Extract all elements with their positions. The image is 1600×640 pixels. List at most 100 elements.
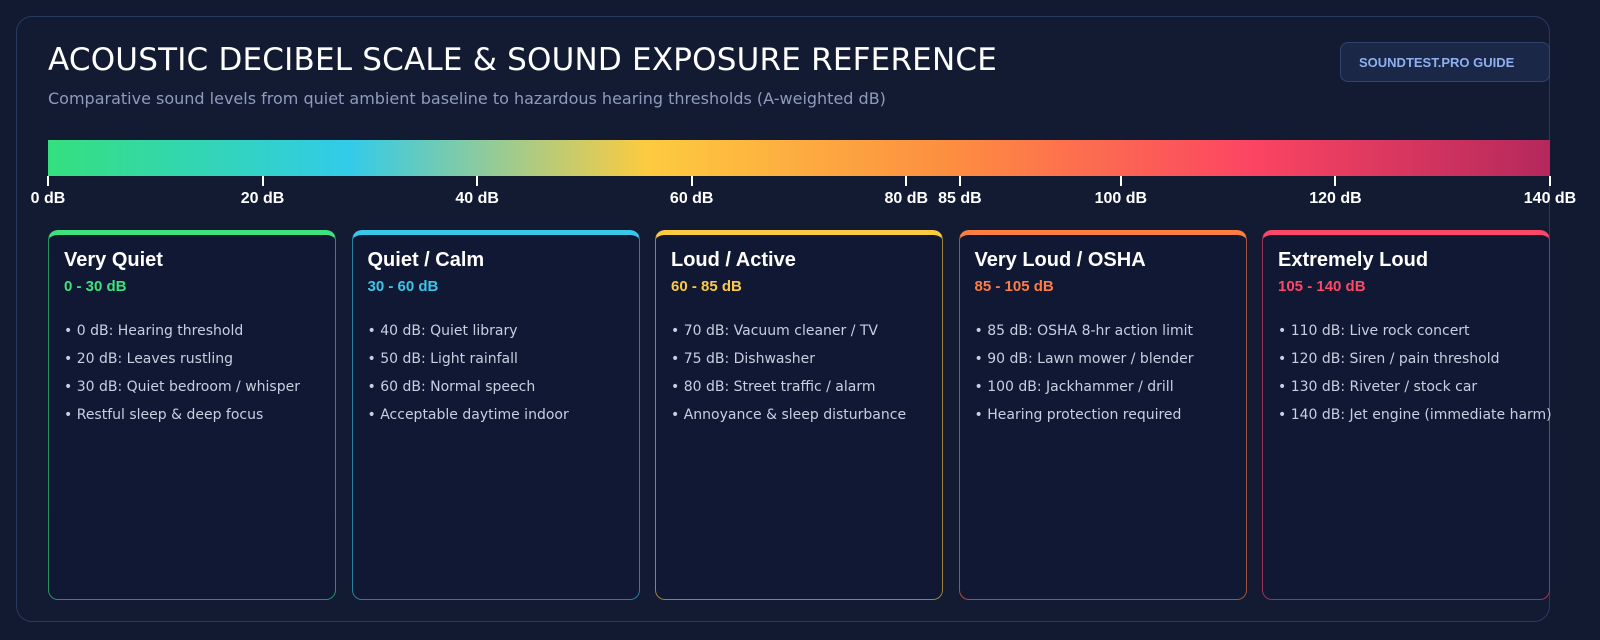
list-item-text: Hearing protection required — [987, 407, 1182, 423]
list-item: • Annoyance & sleep disturbance — [671, 401, 927, 429]
list-item: • Restful sleep & deep focus — [64, 401, 320, 429]
list-item-text: 75 dB: Dishwasher — [683, 351, 816, 367]
list-item: • 90 dB: Lawn mower / blender — [975, 345, 1231, 373]
scale-tick — [1549, 176, 1551, 186]
list-item: • 75 dB: Dishwasher — [671, 345, 927, 373]
bullet-icon: • — [1278, 407, 1291, 423]
bullet-icon: • — [367, 407, 381, 423]
bullet-icon: • — [64, 407, 77, 423]
decibel-gradient-bar — [48, 140, 1550, 176]
list-item: • 50 dB: Light rainfall — [368, 345, 624, 373]
list-item-text: 30 dB: Quiet bedroom / whisper — [76, 379, 300, 395]
bullet-icon: • — [367, 351, 381, 367]
bullet-icon: • — [974, 407, 988, 423]
category-card: Very Quiet 0 - 30 dB • 0 dB: Hearing thres… — [48, 230, 336, 600]
category-title: Very Quiet — [64, 249, 163, 271]
list-item-text: 0 dB: Hearing threshold — [76, 323, 244, 339]
list-item-text: 110 dB: Live rock concert — [1290, 323, 1470, 339]
list-item-text: 60 dB: Normal speech — [380, 379, 536, 395]
category-range: 0 - 30 dB — [64, 278, 127, 295]
list-item: • 110 dB: Live rock concert — [1278, 317, 1534, 345]
bullet-icon: • — [671, 407, 684, 423]
list-item: • 120 dB: Siren / pain threshold — [1278, 345, 1534, 373]
list-item-text: 100 dB: Jackhammer / drill — [987, 379, 1174, 395]
category-title: Very Loud / OSHA — [974, 249, 1146, 271]
bullet-icon: • — [974, 351, 988, 367]
list-item-text: 85 dB: OSHA 8-hr action limit — [987, 323, 1193, 339]
page-subtitle: Comparative sound levels from quiet ambi… — [48, 89, 886, 108]
list-item: • 140 dB: Jet engine (immediate harm) — [1278, 401, 1552, 429]
list-item-text: 50 dB: Light rainfall — [380, 351, 518, 367]
bullet-icon: • — [974, 323, 988, 339]
list-item: • Hearing protection required — [975, 401, 1231, 429]
scale-tick-label: 100 dB — [1094, 190, 1148, 207]
list-item-text: 120 dB: Siren / pain threshold — [1290, 351, 1500, 367]
bullet-icon: • — [671, 379, 684, 395]
list-item: • 70 dB: Vacuum cleaner / TV — [671, 317, 927, 345]
list-item: • 85 dB: OSHA 8-hr action limit — [975, 317, 1231, 345]
scale-tick — [958, 176, 961, 186]
list-item-text: 140 dB: Jet engine (immediate harm) — [1290, 407, 1552, 423]
list-item: • 130 dB: Riveter / stock car — [1278, 373, 1534, 401]
category-card: Quiet / Calm 30 - 60 dB • 40 dB: Quiet lib… — [351, 230, 640, 600]
decibel-scale-axis: 0 dB 20 dB 40 dB 60 dB 80 dB 85 dB 100 dB 120 d… — [31, 176, 1576, 216]
category-examples-list: • 70 dB: Vacuum cleaner / TV • 75 dB: Dis… — [671, 317, 927, 429]
scale-tick — [690, 176, 693, 186]
list-item: • 0 dB: Hearing threshold — [64, 317, 320, 345]
bullet-icon: • — [64, 379, 77, 395]
list-item: • 20 dB: Leaves rustling — [64, 345, 320, 373]
bullet-icon: • — [974, 379, 988, 395]
scale-tick — [905, 176, 908, 186]
category-card: Very Loud / OSHA 85 - 105 dB • 85 dB: OSHA… — [958, 230, 1247, 600]
bullet-icon: • — [367, 323, 381, 339]
category-range: 85 - 105 dB — [974, 278, 1054, 295]
category-title: Loud / Active — [671, 249, 796, 271]
list-item-text: 40 dB: Quiet library — [380, 323, 518, 339]
bullet-icon: • — [64, 351, 77, 367]
scale-tick — [261, 176, 264, 186]
page-title: ACOUSTIC DECIBEL SCALE & SOUND EXPOSURE … — [48, 42, 997, 78]
scale-tick-label: 120 dB — [1309, 190, 1362, 207]
bullet-icon: • — [1278, 351, 1291, 367]
scale-tick — [47, 176, 49, 186]
scale-tick-label: 0 dB — [30, 190, 66, 207]
list-item-text: 130 dB: Riveter / stock car — [1290, 379, 1478, 395]
list-item: • 40 dB: Quiet library — [368, 317, 624, 345]
scale-tick-label: 20 dB — [240, 190, 285, 207]
bullet-icon: • — [64, 323, 77, 339]
category-examples-list: • 0 dB: Hearing threshold • 20 dB: Leaves… — [64, 317, 320, 429]
category-title: Quiet / Calm — [367, 249, 485, 271]
scale-tick-label: 85 dB — [938, 190, 982, 207]
category-examples-list: • 40 dB: Quiet library • 50 dB: Light rai… — [368, 317, 624, 429]
scale-tick — [476, 176, 479, 186]
list-item: • 80 dB: Street traffic / alarm — [671, 373, 927, 401]
category-card: Extremely Loud 105 - 140 dB • 110 dB: Live… — [1262, 230, 1552, 600]
bullet-icon: • — [671, 351, 684, 367]
scale-tick-label: 60 dB — [669, 190, 714, 207]
category-range: 60 - 85 dB — [671, 278, 742, 295]
bullet-icon: • — [367, 379, 381, 395]
bullet-icon: • — [1278, 379, 1291, 395]
guide-badge[interactable]: SOUNDTEST.PRO GUIDE — [1340, 42, 1550, 82]
category-examples-list: • 110 dB: Live rock concert • 120 dB: Sir… — [1278, 317, 1552, 429]
list-item-text: 90 dB: Lawn mower / blender — [987, 351, 1194, 367]
list-item-text: Acceptable daytime indoor — [380, 407, 569, 423]
category-range: 105 - 140 dB — [1278, 278, 1366, 295]
bullet-icon: • — [671, 323, 684, 339]
scale-tick — [1119, 176, 1122, 186]
list-item-text: 20 dB: Leaves rustling — [76, 351, 233, 367]
category-range: 30 - 60 dB — [367, 278, 439, 295]
bullet-icon: • — [1278, 323, 1291, 339]
list-item-text: 80 dB: Street traffic / alarm — [683, 379, 876, 395]
list-item: • Acceptable daytime indoor — [368, 401, 624, 429]
list-item: • 100 dB: Jackhammer / drill — [975, 373, 1231, 401]
scale-tick-label: 40 dB — [455, 190, 499, 207]
category-title: Extremely Loud — [1278, 249, 1429, 271]
list-item: • 60 dB: Normal speech — [368, 373, 624, 401]
list-item-text: Annoyance & sleep disturbance — [683, 407, 907, 423]
scale-tick — [1334, 176, 1337, 186]
category-examples-list: • 85 dB: OSHA 8-hr action limit • 90 dB: … — [975, 317, 1231, 429]
category-cards: Very Quiet 0 - 30 dB • 0 dB: Hearing thres… — [48, 230, 1552, 600]
scale-tick-label: 140 dB — [1523, 190, 1577, 207]
scale-tick-label: 80 dB — [884, 190, 929, 207]
